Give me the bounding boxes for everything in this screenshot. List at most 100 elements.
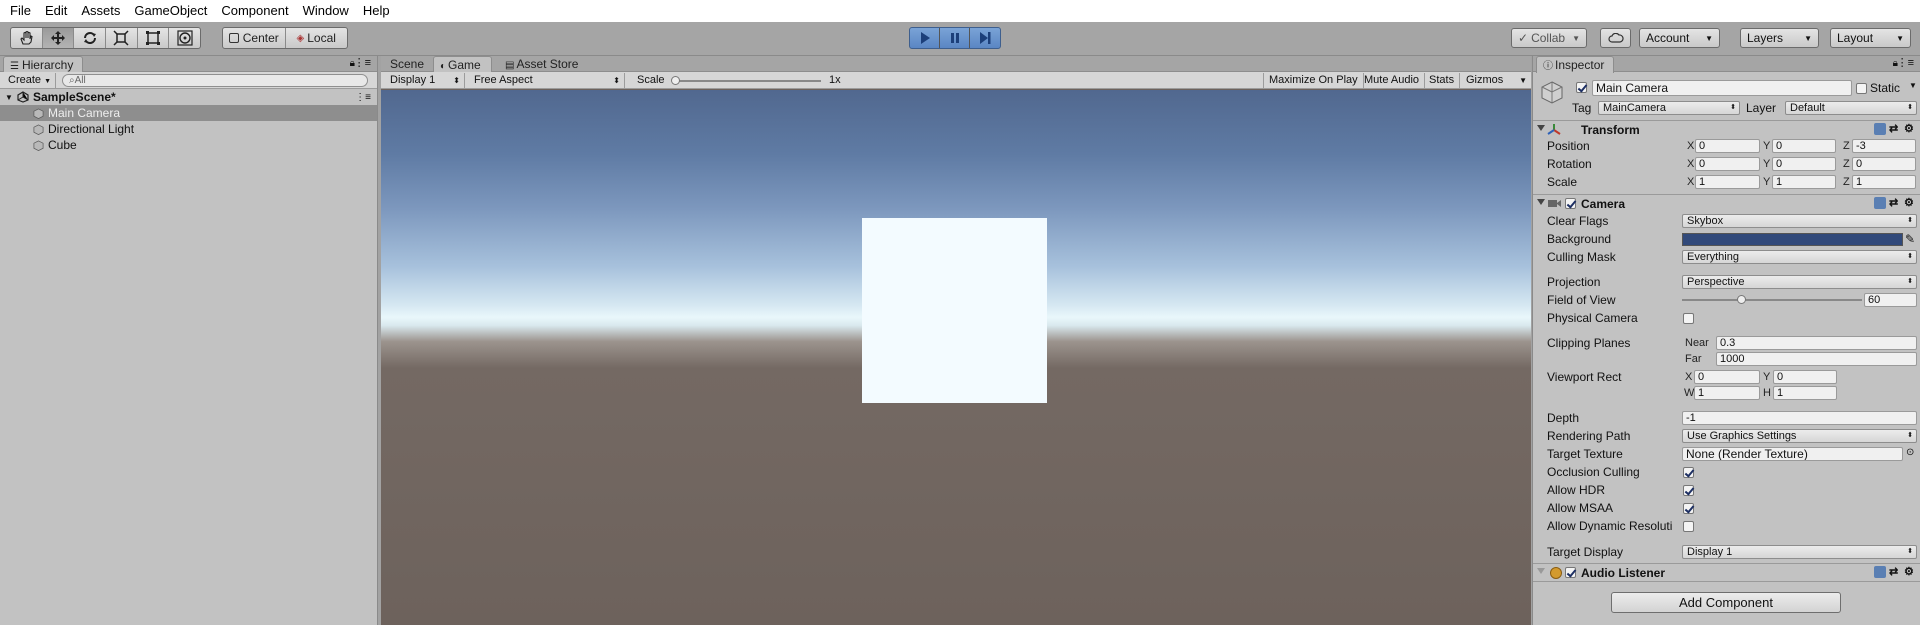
scale-x-field[interactable]: 1	[1695, 175, 1760, 189]
scene-menu-icon[interactable]: ⋮≡	[355, 92, 371, 103]
object-active-checkbox[interactable]	[1576, 82, 1587, 93]
position-y-field[interactable]: 0	[1772, 139, 1836, 153]
foldout-arrow-icon[interactable]	[1537, 125, 1545, 131]
gizmos-dropdown[interactable]: Gizmos ▼	[1461, 73, 1531, 88]
audio-listener-enabled-checkbox[interactable]	[1565, 567, 1576, 578]
hdr-checkbox[interactable]	[1683, 485, 1694, 496]
menu-file[interactable]: File	[3, 0, 38, 22]
fov-slider-thumb[interactable]	[1737, 295, 1747, 304]
near-field[interactable]: 0.3	[1716, 336, 1917, 350]
target-texture-field[interactable]: None (Render Texture)	[1682, 447, 1903, 461]
gear-icon[interactable]: ⚙	[1904, 123, 1916, 135]
play-button[interactable]	[910, 28, 940, 48]
help-icon[interactable]	[1874, 197, 1886, 209]
hierarchy-item-main-camera[interactable]: Main Camera	[0, 105, 377, 121]
step-button[interactable]	[970, 28, 1000, 48]
hierarchy-item-directional-light[interactable]: Directional Light	[0, 121, 377, 137]
viewport-x-field[interactable]: 0	[1694, 370, 1760, 384]
hierarchy-search-input[interactable]: ⌕All	[62, 73, 369, 87]
mute-audio-toggle[interactable]: Mute Audio	[1359, 73, 1426, 88]
menu-assets[interactable]: Assets	[74, 0, 127, 22]
menu-component[interactable]: Component	[214, 0, 295, 22]
static-checkbox[interactable]	[1856, 83, 1867, 94]
scale-z-field[interactable]: 1	[1852, 175, 1916, 189]
rect-tool-button[interactable]	[138, 28, 170, 48]
fov-field[interactable]: 60	[1864, 293, 1917, 307]
menu-edit[interactable]: Edit	[38, 0, 74, 22]
camera-header[interactable]: Camera ⇄ ⚙	[1533, 194, 1920, 212]
rotate-tool-button[interactable]	[74, 28, 107, 48]
target-display-dropdown[interactable]: Display 1 ⬍	[1682, 545, 1917, 559]
layer-dropdown[interactable]: Default ⬍	[1785, 101, 1917, 115]
tag-dropdown[interactable]: MainCamera ⬍	[1598, 101, 1740, 115]
layers-dropdown[interactable]: Layers ▼	[1740, 28, 1819, 48]
display-dropdown[interactable]: Display 1 ⬍	[385, 73, 465, 88]
rotation-y-field[interactable]: 0	[1772, 157, 1836, 171]
position-x-field[interactable]: 0	[1695, 139, 1760, 153]
msaa-checkbox[interactable]	[1683, 503, 1694, 514]
help-icon[interactable]	[1874, 123, 1886, 135]
pivot-center-button[interactable]: Center	[223, 28, 286, 48]
background-color-swatch[interactable]	[1682, 233, 1903, 246]
foldout-arrow-icon[interactable]	[1537, 568, 1545, 574]
scene-row[interactable]: ▼ SampleScene* ⋮≡	[0, 89, 377, 105]
rendering-path-dropdown[interactable]: Use Graphics Settings ⬍	[1682, 429, 1917, 443]
preset-icon[interactable]: ⇄	[1889, 197, 1901, 209]
game-viewport[interactable]	[381, 90, 1531, 625]
help-icon[interactable]	[1874, 566, 1886, 578]
clear-flags-dropdown[interactable]: Skybox ⬍	[1682, 214, 1917, 228]
menu-window[interactable]: Window	[296, 0, 356, 22]
physical-camera-checkbox[interactable]	[1683, 313, 1694, 324]
preset-icon[interactable]: ⇄	[1889, 566, 1901, 578]
gear-icon[interactable]: ⚙	[1904, 566, 1916, 578]
pivot-local-button[interactable]: ◈ Local	[286, 28, 348, 48]
aspect-dropdown[interactable]: Free Aspect ⬍	[469, 73, 625, 88]
pause-button[interactable]	[940, 28, 970, 48]
tab-scene[interactable]: Scene	[384, 56, 430, 72]
foldout-arrow-icon[interactable]	[1537, 199, 1545, 205]
viewport-w-field[interactable]: 1	[1694, 386, 1760, 400]
fov-slider-track[interactable]	[1682, 299, 1862, 301]
position-z-field[interactable]: -3	[1852, 139, 1916, 153]
layout-dropdown[interactable]: Layout ▼	[1830, 28, 1911, 48]
collab-dropdown[interactable]: ✓ Collab ▼	[1511, 28, 1587, 48]
preset-icon[interactable]: ⇄	[1889, 123, 1901, 135]
depth-field[interactable]: -1	[1682, 411, 1917, 425]
cloud-button[interactable]	[1600, 28, 1631, 48]
transform-tool-button[interactable]	[169, 28, 200, 48]
panel-menu-icon[interactable]: ⋮≡	[354, 56, 371, 69]
panel-menu-icon[interactable]: ⋮≡	[1897, 56, 1914, 69]
projection-dropdown[interactable]: Perspective ⬍	[1682, 275, 1917, 289]
far-field[interactable]: 1000	[1716, 352, 1917, 366]
scale-slider-track[interactable]	[675, 80, 821, 82]
eyedropper-icon[interactable]: ✎	[1905, 232, 1915, 246]
scale-tool-button[interactable]	[106, 28, 138, 48]
rotation-z-field[interactable]: 0	[1852, 157, 1916, 171]
tab-inspector[interactable]: ⓘ Inspector	[1536, 56, 1614, 73]
scale-y-field[interactable]: 1	[1772, 175, 1836, 189]
hierarchy-item-cube[interactable]: Cube	[0, 137, 377, 153]
move-tool-button[interactable]	[42, 28, 75, 48]
tab-hierarchy[interactable]: ☰ Hierarchy	[3, 56, 83, 73]
add-component-button[interactable]: Add Component	[1611, 592, 1841, 613]
gear-icon[interactable]: ⚙	[1904, 197, 1916, 209]
rotation-x-field[interactable]: 0	[1695, 157, 1760, 171]
object-picker-icon[interactable]: ⊙	[1906, 447, 1914, 458]
audio-listener-header[interactable]: Audio Listener ⇄ ⚙	[1533, 563, 1920, 581]
object-name-field[interactable]: Main Camera	[1592, 80, 1852, 96]
scale-slider-thumb[interactable]	[671, 76, 680, 85]
tab-asset-store[interactable]: ▤ Asset Store	[499, 56, 584, 72]
menu-help[interactable]: Help	[356, 0, 397, 22]
account-dropdown[interactable]: Account ▼	[1639, 28, 1720, 48]
tab-game[interactable]: ◐ Game	[433, 56, 492, 73]
dynamic-resolution-checkbox[interactable]	[1683, 521, 1694, 532]
maximize-on-play-toggle[interactable]: Maximize On Play	[1263, 73, 1364, 88]
viewport-h-field[interactable]: 1	[1773, 386, 1837, 400]
stats-toggle[interactable]: Stats	[1424, 73, 1461, 88]
transform-header[interactable]: Transform ⇄ ⚙	[1533, 120, 1920, 138]
create-dropdown[interactable]: Create ▼	[4, 72, 57, 88]
culling-mask-dropdown[interactable]: Everything ⬍	[1682, 250, 1917, 264]
chevron-down-icon[interactable]: ▼	[1909, 81, 1917, 90]
viewport-y-field[interactable]: 0	[1773, 370, 1837, 384]
camera-enabled-checkbox[interactable]	[1565, 198, 1576, 209]
